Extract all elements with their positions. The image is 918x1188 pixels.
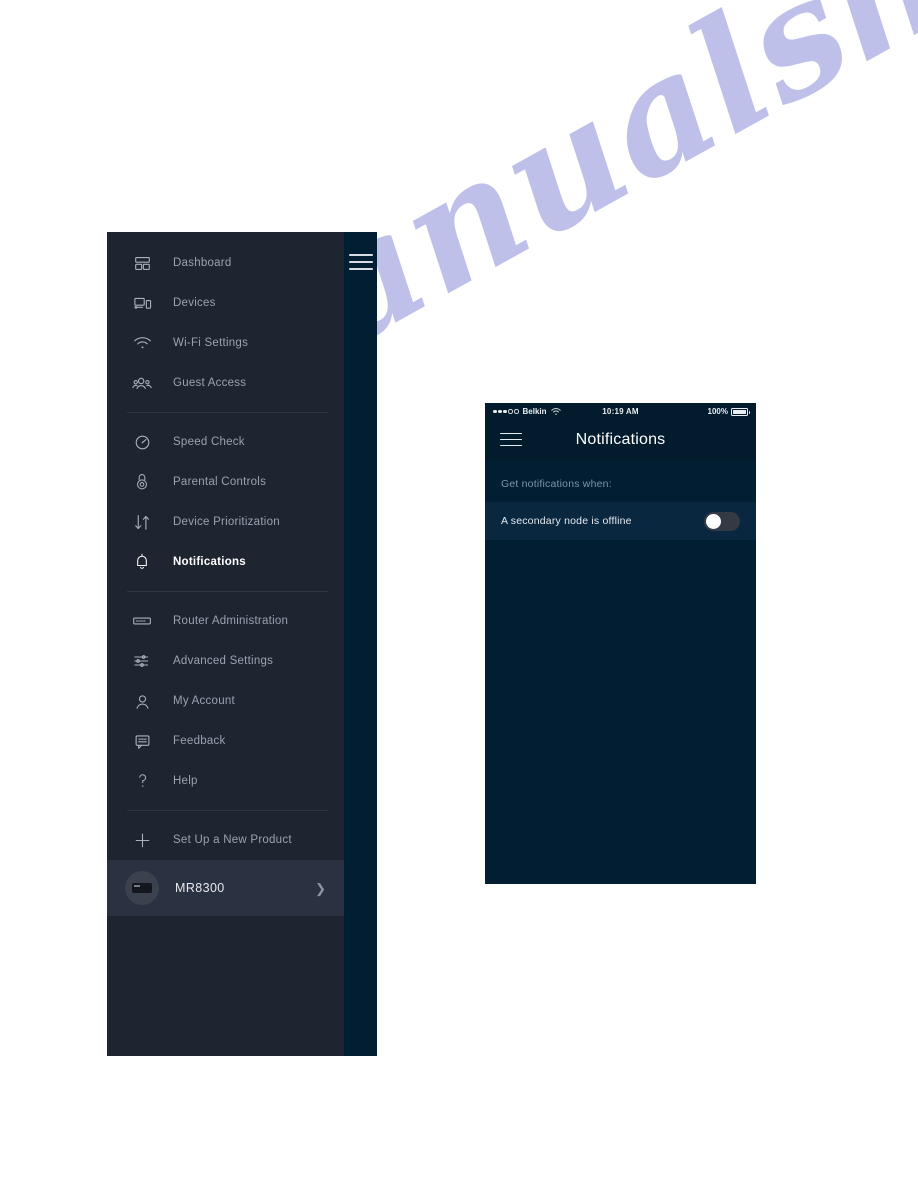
menu-item-parental-controls[interactable]: Parental Controls: [107, 462, 344, 502]
menu-divider: [127, 412, 328, 413]
wifi-icon: [127, 330, 157, 356]
menu-item-feedback[interactable]: Feedback: [107, 721, 344, 761]
lock-icon: [127, 469, 157, 495]
hamburger-bar: [500, 438, 522, 441]
menu-group-settings: Router Administration Advanced Settings: [107, 601, 344, 801]
speech-bubble-icon: [127, 728, 157, 754]
setting-label: A secondary node is offline: [501, 515, 632, 527]
menu-item-notifications[interactable]: Notifications: [107, 542, 344, 582]
devices-icon: [127, 290, 157, 316]
menu-item-devices[interactable]: Devices: [107, 283, 344, 323]
dashboard-icon: [127, 250, 157, 276]
notifications-caption: Get notifications when:: [501, 478, 612, 490]
menu-item-label: Advanced Settings: [173, 655, 274, 667]
menu-item-my-account[interactable]: My Account: [107, 681, 344, 721]
router-icon: [127, 608, 157, 634]
menu-item-device-prioritization[interactable]: Device Prioritization: [107, 502, 344, 542]
hamburger-bar: [500, 444, 522, 447]
menu-item-label: Guest Access: [173, 377, 247, 389]
sliders-icon: [127, 648, 157, 674]
menu-item-label: Help: [173, 775, 198, 787]
person-icon: [127, 688, 157, 714]
menu-item-label: Device Prioritization: [173, 516, 280, 528]
menu-divider: [127, 591, 328, 592]
menu-group-primary: Dashboard Devices Wi-Fi Settings Guest A…: [107, 232, 344, 403]
menu-item-wifi-settings[interactable]: Wi-Fi Settings: [107, 323, 344, 363]
menu-item-label: Set Up a New Product: [173, 834, 292, 846]
plus-icon: [127, 827, 157, 853]
updown-arrows-icon: [127, 509, 157, 535]
menu-item-label: My Account: [173, 695, 235, 707]
hamburger-bar: [349, 261, 373, 263]
toggle-knob: [706, 513, 721, 529]
menu-item-label: Notifications: [173, 556, 246, 568]
menu-item-router-administration[interactable]: Router Administration: [107, 601, 344, 641]
menu-item-set-up-a-new-product[interactable]: Set Up a New Product: [107, 820, 344, 860]
battery-fill: [733, 409, 746, 414]
menu-divider: [127, 810, 328, 811]
drawer-menu-list: Dashboard Devices Wi-Fi Settings Guest A…: [107, 232, 344, 1056]
setting-row-secondary-node-offline[interactable]: A secondary node is offline: [485, 502, 756, 540]
battery-percent-label: 100%: [707, 407, 728, 416]
menu-item-label: Dashboard: [173, 257, 232, 269]
menu-item-label: Feedback: [173, 735, 226, 747]
page-title: Notifications: [575, 431, 666, 448]
phone-screenshot: Belkin 10:19 AM 100% Notifications Get n…: [485, 403, 756, 884]
menu-item-label: Router Administration: [173, 615, 289, 627]
battery-full-icon: [731, 407, 750, 416]
question-mark-icon: [127, 768, 157, 794]
menu-item-label: Devices: [173, 297, 216, 309]
menu-item-help[interactable]: Help: [107, 761, 344, 801]
navigation-drawer: Dashboard Devices Wi-Fi Settings Guest A…: [107, 232, 377, 1056]
menu-group-setup: Set Up a New Product: [107, 820, 344, 860]
current-device-row[interactable]: MR8300 ❯: [107, 860, 344, 916]
speedometer-icon: [127, 429, 157, 455]
menu-item-speed-check[interactable]: Speed Check: [107, 422, 344, 462]
chevron-right-icon: ❯: [315, 880, 326, 896]
hamburger-menu-icon[interactable]: [500, 432, 522, 448]
router-glyph: [132, 883, 152, 893]
hamburger-bar: [349, 254, 373, 256]
menu-item-label: Wi-Fi Settings: [173, 337, 249, 349]
hamburger-menu-icon[interactable]: [349, 254, 373, 272]
hamburger-bar: [349, 268, 373, 270]
router-thumbnail-icon: [125, 871, 159, 905]
menu-item-label: Speed Check: [173, 436, 245, 448]
menu-item-label: Parental Controls: [173, 476, 267, 488]
guest-access-icon: [127, 370, 157, 396]
status-bar-right: 100%: [707, 407, 750, 416]
drawer-right-rail: [344, 232, 377, 1056]
menu-item-guest-access[interactable]: Guest Access: [107, 363, 344, 403]
menu-group-tools: Speed Check Parental Controls Device Pri…: [107, 422, 344, 582]
menu-item-dashboard[interactable]: Dashboard: [107, 243, 344, 283]
secondary-node-offline-toggle[interactable]: [704, 511, 740, 531]
phone-app-header: Notifications: [485, 420, 756, 460]
hamburger-bar: [500, 432, 522, 435]
bell-icon: [127, 549, 157, 575]
device-name-label: MR8300: [175, 881, 225, 895]
phone-status-bar: Belkin 10:19 AM 100%: [485, 403, 756, 420]
menu-item-advanced-settings[interactable]: Advanced Settings: [107, 641, 344, 681]
